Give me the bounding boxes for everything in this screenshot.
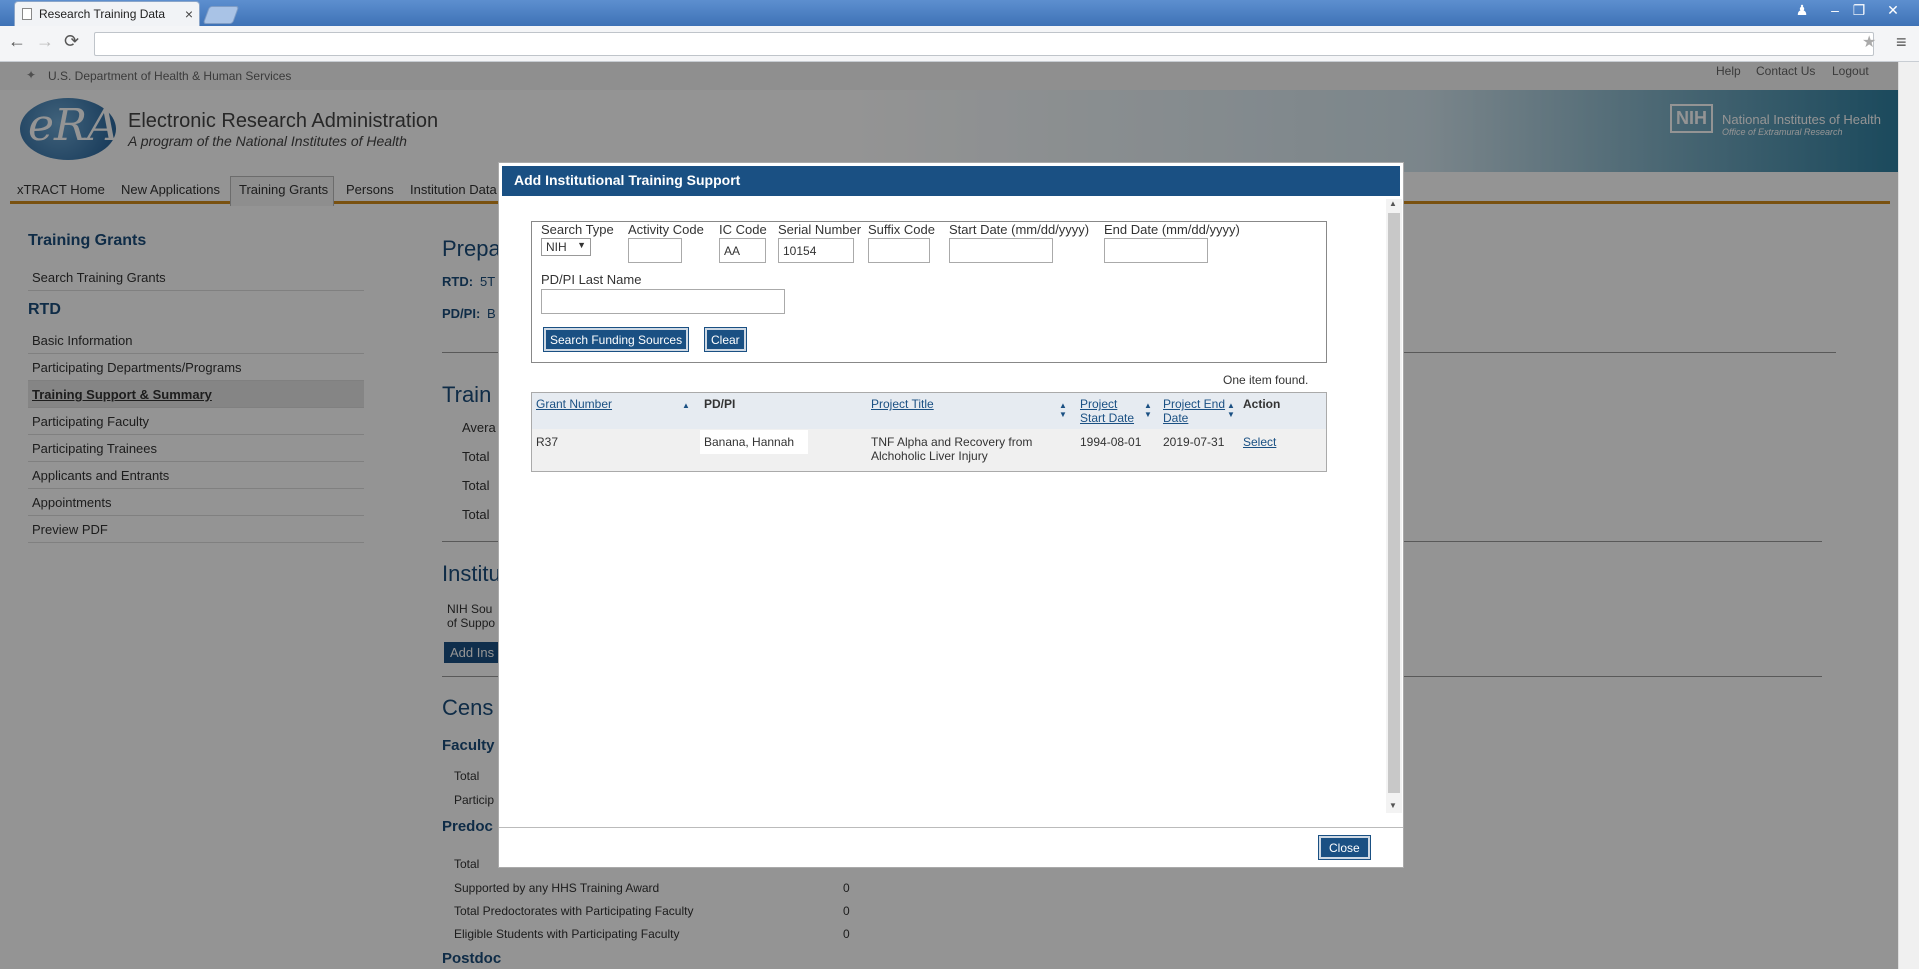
end-date-label: End Date (mm/dd/yyyy)	[1104, 222, 1240, 237]
forward-icon[interactable]: →	[36, 31, 54, 52]
dialog-scrollbar[interactable]: ▲ ▼	[1386, 199, 1402, 813]
dialog-footer-divider	[499, 827, 1403, 828]
dialog-scroll-thumb[interactable]	[1388, 213, 1400, 793]
activity-code-label: Activity Code	[628, 222, 704, 237]
cell-start-date: 1994-08-01	[1080, 435, 1142, 449]
ic-code-label: IC Code	[719, 222, 767, 237]
chrome-menu-icon[interactable]: ≡	[1896, 32, 1907, 53]
sort-desc-icon[interactable]: ▼	[1227, 410, 1235, 419]
cell-end-date: 2019-07-31	[1163, 435, 1225, 449]
suffix-code-label: Suffix Code	[868, 222, 935, 237]
reload-icon[interactable]: ⟳	[64, 31, 79, 52]
scroll-up-icon[interactable]: ▲	[1389, 199, 1397, 208]
table-row: R37 Banana, Hannah TNF Alpha and Recover…	[532, 429, 1326, 471]
col-grant-number[interactable]: Grant Number	[536, 397, 612, 411]
start-date-label: Start Date (mm/dd/yyyy)	[949, 222, 1090, 237]
serial-number-label: Serial Number	[778, 222, 862, 237]
col-end-date-line1[interactable]: Project End	[1163, 397, 1225, 411]
user-icon[interactable]: ♟	[1792, 2, 1812, 20]
activity-code-input[interactable]	[628, 238, 682, 263]
cell-title-line1: TNF Alpha and Recovery from	[871, 435, 1033, 449]
col-end-date-line2[interactable]: Date	[1163, 411, 1188, 425]
scroll-down-icon[interactable]: ▼	[1389, 801, 1397, 810]
chevron-down-icon: ▼	[577, 240, 586, 250]
clear-button[interactable]: Clear	[704, 327, 747, 352]
end-date-input[interactable]	[1104, 238, 1208, 263]
col-action: Action	[1243, 397, 1281, 411]
close-tab-icon[interactable]: ×	[185, 6, 193, 22]
bookmark-star-icon[interactable]: ★	[1862, 32, 1876, 52]
last-name-label: PD/PI Last Name	[541, 272, 642, 287]
browser-tab[interactable]: Research Training Data ×	[14, 1, 200, 26]
col-start-date-line2[interactable]: Start Date	[1080, 411, 1134, 425]
search-type-value: NIH	[546, 240, 567, 254]
cell-title-line2: Alchoholic Liver Injury	[871, 449, 988, 463]
search-type-label: Search Type	[541, 222, 614, 237]
sort-asc-icon[interactable]: ▲	[1144, 401, 1152, 410]
suffix-code-input[interactable]	[868, 238, 930, 263]
page-scrollbar[interactable]	[1898, 62, 1919, 969]
result-count: One item found.	[1223, 373, 1309, 387]
search-type-select[interactable]: NIH ▼	[541, 238, 591, 256]
dialog-title: Add Institutional Training Support	[502, 166, 1400, 196]
sort-asc-icon[interactable]: ▲	[682, 401, 690, 410]
start-date-input[interactable]	[949, 238, 1053, 263]
sort-desc-icon[interactable]: ▼	[1144, 410, 1152, 419]
browser-titlebar	[0, 0, 1919, 26]
minimize-icon[interactable]: –	[1826, 2, 1844, 20]
close-button[interactable]: Close	[1318, 835, 1371, 860]
add-training-support-dialog: Add Institutional Training Support ▲ ▼ S…	[498, 162, 1404, 868]
ic-code-input[interactable]: AA	[719, 238, 766, 263]
serial-number-input[interactable]: 10154	[778, 238, 854, 263]
col-start-date-line1[interactable]: Project	[1080, 397, 1117, 411]
col-project-title[interactable]: Project Title	[871, 397, 934, 411]
select-link[interactable]: Select	[1243, 435, 1276, 449]
search-form: Search Type NIH ▼ Activity Code IC Code …	[531, 221, 1327, 363]
sort-asc-icon[interactable]: ▲	[1227, 401, 1235, 410]
sort-asc-icon[interactable]: ▲	[1059, 401, 1067, 410]
page-icon	[22, 8, 32, 20]
last-name-input[interactable]	[541, 289, 785, 314]
back-icon[interactable]: ←	[8, 31, 26, 52]
restore-icon[interactable]: ❐	[1850, 2, 1868, 20]
address-bar[interactable]	[94, 32, 1874, 56]
cell-grant: R37	[536, 435, 559, 449]
results-table: Grant Number ▲ PD/PI Project Title ▲ ▼ P…	[531, 392, 1327, 472]
cell-pdpi: Banana, Hannah	[700, 430, 808, 454]
search-funding-sources-button[interactable]: Search Funding Sources	[542, 327, 690, 352]
tab-title: Research Training Data	[39, 7, 166, 21]
col-pdpi: PD/PI	[704, 397, 736, 411]
window-close-icon[interactable]: ✕	[1884, 2, 1902, 20]
sort-desc-icon[interactable]: ▼	[1059, 410, 1067, 419]
